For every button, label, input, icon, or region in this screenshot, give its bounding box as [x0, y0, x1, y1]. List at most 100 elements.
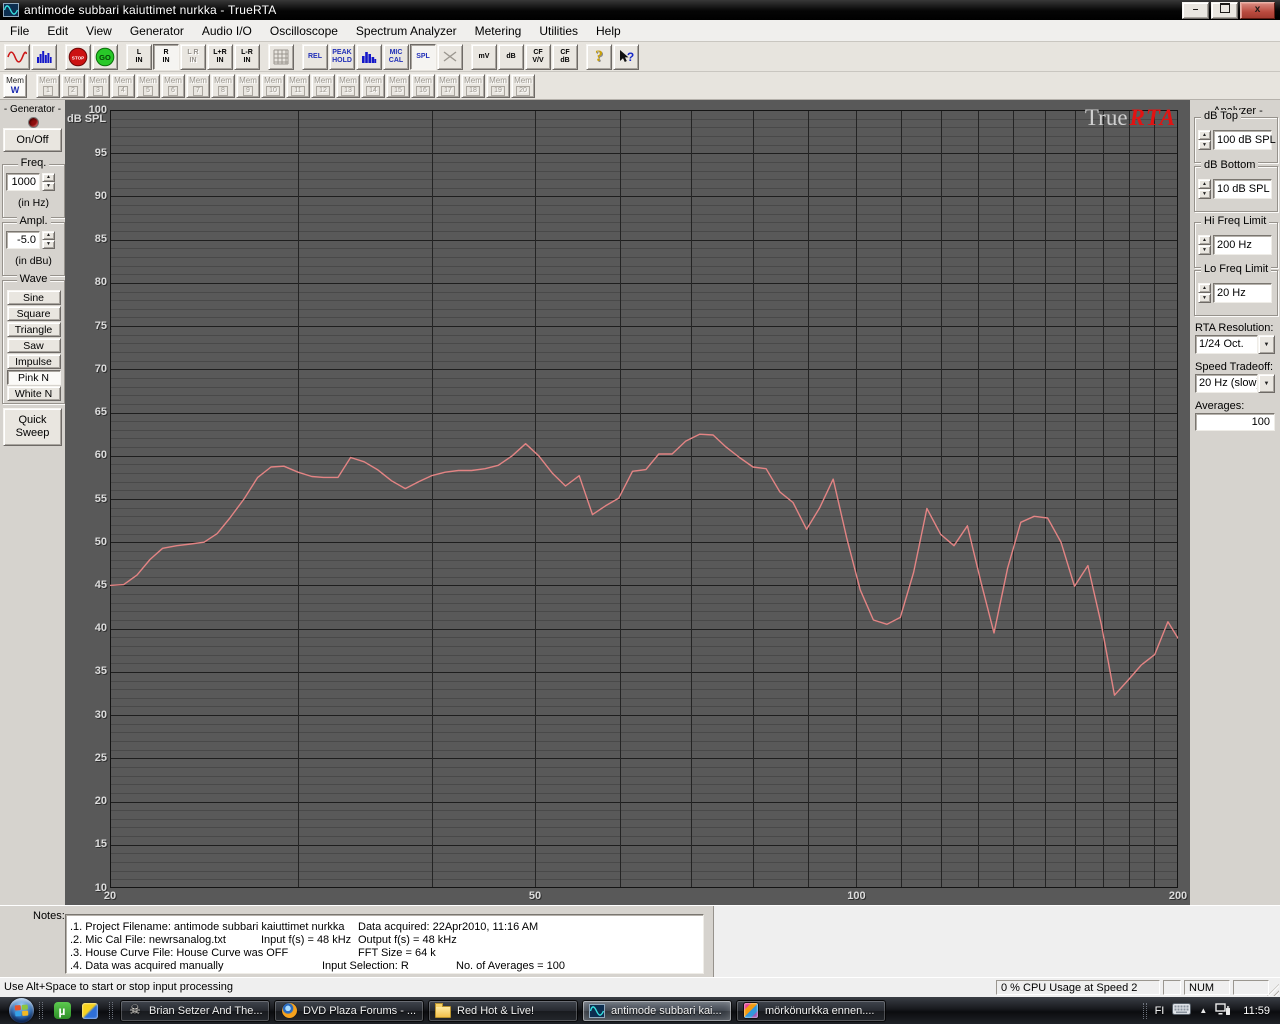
menu-audio-i-o[interactable]: Audio I/O: [193, 21, 261, 41]
y-tick-55: 55: [65, 493, 107, 506]
ampl-spin-up-icon[interactable]: ▲: [42, 231, 55, 240]
rta-resolution-dropdown-icon[interactable]: ▼: [1258, 335, 1275, 354]
mem-write-button[interactable]: MemW: [3, 74, 27, 98]
menu-generator[interactable]: Generator: [121, 21, 193, 41]
close-button[interactable]: x: [1240, 2, 1275, 19]
db-top-spin-up-icon[interactable]: ▲: [1198, 130, 1211, 140]
right-input-button[interactable]: RIN: [153, 44, 179, 70]
network-icon[interactable]: [1215, 1003, 1231, 1019]
hi-freq-limit-spin-up-icon[interactable]: ▲: [1198, 235, 1211, 245]
mem-label: Mem: [339, 77, 357, 85]
menu-utilities[interactable]: Utilities: [530, 21, 587, 41]
taskbar-button-brian-setzer-and-the[interactable]: ☠Brian Setzer And The...: [120, 1000, 270, 1022]
keyboard-icon[interactable]: [1172, 1003, 1191, 1018]
mem-number: 10: [266, 86, 280, 96]
wave-label: Wave: [17, 273, 51, 286]
bar-display-button[interactable]: [356, 44, 382, 70]
notes-box[interactable]: .1. Project Filename: antimode subbari k…: [65, 914, 704, 974]
lo-freq-limit-input[interactable]: 20 Hz: [1213, 283, 1272, 303]
speed-tradeoff-dropdown-icon[interactable]: ▼: [1258, 374, 1275, 393]
db-top-row: ▲▼100 dB SPL: [1198, 130, 1272, 150]
db-bottom-label: dB Bottom: [1201, 159, 1258, 172]
db-top-spin-down-icon[interactable]: ▼: [1198, 140, 1211, 150]
decibels-button[interactable]: dB: [498, 44, 524, 70]
l-minus-r-input-button[interactable]: L-RIN: [234, 44, 260, 70]
context-help-button[interactable]: ?: [613, 44, 639, 70]
relative-mode-button[interactable]: REL: [302, 44, 328, 70]
truerta-app-icon: [3, 3, 20, 18]
help-button[interactable]: ?: [586, 44, 612, 70]
taskbar-button-red-hot-live[interactable]: Red Hot & Live!: [428, 1000, 578, 1022]
wave-pink-n-button[interactable]: Pink N: [7, 370, 61, 385]
note-line-3-seg-1: .3. House Curve File: House Curve was OF…: [70, 947, 288, 960]
ampl-spin-down-icon[interactable]: ▼: [42, 240, 55, 249]
millivolts-button[interactable]: mV: [471, 44, 497, 70]
stop-button[interactable]: STOP: [65, 44, 91, 70]
quick-sweep-button[interactable]: Quick Sweep: [3, 408, 62, 446]
start-button[interactable]: [9, 998, 34, 1023]
mic-calibration-button[interactable]: MICCAL: [383, 44, 409, 70]
spl-mode-button[interactable]: SPL: [410, 44, 436, 70]
db-bottom-input[interactable]: 10 dB SPL: [1213, 179, 1272, 199]
menu-edit[interactable]: Edit: [38, 21, 77, 41]
show-hidden-icons-button[interactable]: ▲: [1199, 1006, 1207, 1015]
mem-number: 16: [416, 86, 430, 96]
notes-label: Notes:: [33, 910, 65, 922]
quick-sweep-line2: Sweep: [16, 427, 50, 440]
menu-file[interactable]: File: [1, 21, 38, 41]
taskbar-button-m-rk-nurkka-ennen[interactable]: mörkönurkka ennen....: [736, 1000, 886, 1022]
left-input-label: L: [137, 49, 141, 57]
freq-input[interactable]: 1000: [6, 173, 40, 191]
quicklaunch-utorrent-icon[interactable]: µ: [53, 1002, 71, 1020]
maximize-button[interactable]: [1211, 2, 1238, 19]
generator-panel: - Generator - On/Off Freq. 1000 ▲ ▼ (in …: [0, 100, 65, 905]
wave-sine-button[interactable]: Sine: [7, 290, 61, 305]
hi-freq-limit-spin-down-icon[interactable]: ▼: [1198, 245, 1211, 255]
db-bottom-spin-down-icon[interactable]: ▼: [1198, 189, 1211, 199]
minimize-button[interactable]: –: [1182, 2, 1209, 19]
wave-saw-button[interactable]: Saw: [7, 338, 61, 353]
menu-metering[interactable]: Metering: [466, 21, 531, 41]
wave-triangle-button[interactable]: Triangle: [7, 322, 61, 337]
generator-onoff-button[interactable]: On/Off: [3, 128, 62, 152]
crest-factor-db-button[interactable]: CFdB: [552, 44, 578, 70]
crest-factor-vv-button[interactable]: CFV/V: [525, 44, 551, 70]
right-input-label: IN: [163, 57, 170, 65]
left-input-button[interactable]: LIN: [126, 44, 152, 70]
menu-view[interactable]: View: [77, 21, 121, 41]
quicklaunch-app-icon[interactable]: [81, 1002, 99, 1020]
y-tick-35: 35: [65, 665, 107, 678]
taskbar-button-dvd-plaza-forums[interactable]: DVD Plaza Forums - ...: [274, 1000, 424, 1022]
menu-oscilloscope[interactable]: Oscilloscope: [261, 21, 347, 41]
freq-spin-down-icon[interactable]: ▼: [42, 182, 55, 191]
lo-freq-limit-spin-down-icon[interactable]: ▼: [1198, 293, 1211, 303]
freq-spin-up-icon[interactable]: ▲: [42, 173, 55, 182]
y-tick-85: 85: [65, 233, 107, 246]
go-button[interactable]: GO: [92, 44, 118, 70]
ampl-input[interactable]: -5.0: [6, 231, 40, 249]
db-top-input[interactable]: 100 dB SPL: [1213, 130, 1272, 150]
mem-8-button: Mem8: [211, 74, 235, 98]
menu-spectrum-analyzer[interactable]: Spectrum Analyzer: [347, 21, 466, 41]
rta-resolution-select[interactable]: 1/24 Oct. ▼: [1195, 335, 1275, 354]
lo-freq-limit-group: Lo Freq Limit▲▼20 Hz: [1194, 270, 1278, 316]
speed-tradeoff-select[interactable]: 20 Hz (slow) ▼: [1195, 374, 1275, 393]
db-bottom-spin-up-icon[interactable]: ▲: [1198, 179, 1211, 189]
wave-impulse-button[interactable]: Impulse: [7, 354, 61, 369]
generator-waveform-button[interactable]: [4, 44, 30, 70]
hi-freq-limit-input[interactable]: 200 Hz: [1213, 235, 1272, 255]
l-plus-r-input-button[interactable]: L+RIN: [207, 44, 233, 70]
averages-input[interactable]: 100: [1195, 413, 1275, 431]
wave-white-n-button[interactable]: White N: [7, 386, 61, 401]
peak-hold-button[interactable]: PEAKHOLD: [329, 44, 355, 70]
spectrum-analyzer-display-button[interactable]: [31, 44, 57, 70]
title-bar: antimode subbari kaiuttimet nurkka - Tru…: [0, 0, 1280, 20]
menu-help[interactable]: Help: [587, 21, 630, 41]
quick-sweep-line1: Quick: [18, 414, 46, 427]
folder-icon: [435, 1003, 451, 1019]
wave-square-button[interactable]: Square: [7, 306, 61, 321]
lo-freq-limit-spin-up-icon[interactable]: ▲: [1198, 283, 1211, 293]
language-indicator[interactable]: FI: [1155, 1005, 1165, 1017]
taskbar-clock[interactable]: 11:59: [1243, 1005, 1270, 1017]
taskbar-button-antimode-subbari-kai[interactable]: antimode subbari kai...: [582, 1000, 732, 1022]
